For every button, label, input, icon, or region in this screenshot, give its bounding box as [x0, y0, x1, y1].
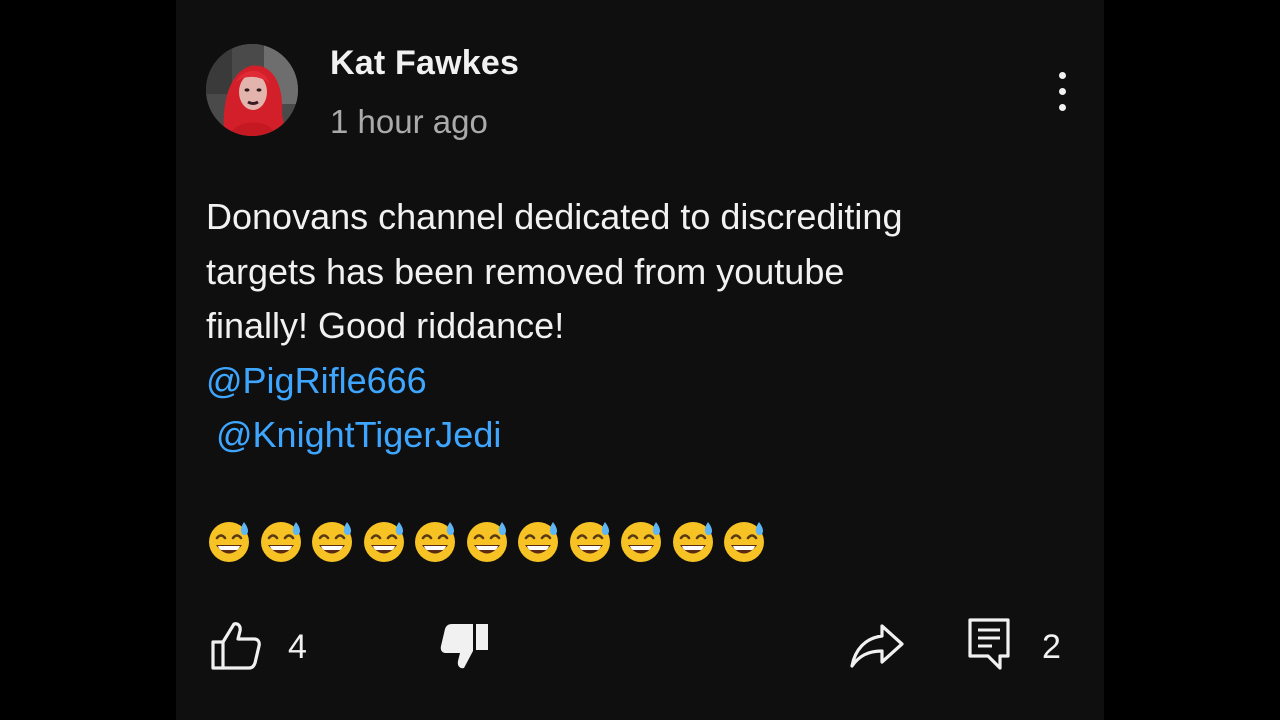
more-vertical-icon — [1059, 104, 1066, 111]
like-count: 4 — [288, 628, 307, 666]
reply-button[interactable] — [966, 616, 1014, 674]
grinning-face-with-sweat-icon — [724, 522, 764, 562]
comment-line: targets has been removed from youtube — [206, 250, 845, 292]
share-icon — [850, 624, 904, 668]
comment-line: finally! Good riddance! — [206, 305, 565, 346]
grinning-face-with-sweat-icon — [621, 522, 661, 562]
author-name[interactable]: Kat Fawkes — [330, 44, 519, 83]
comment-text: Donovans channel dedicated to discrediti… — [206, 190, 1066, 463]
comment-icon — [968, 618, 1010, 670]
grinning-face-with-sweat-icon — [312, 522, 352, 562]
more-vertical-icon — [1059, 72, 1066, 79]
more-options-button[interactable] — [1044, 68, 1080, 116]
grinning-face-with-sweat-icon — [672, 522, 713, 562]
thumbs-down-icon — [440, 624, 488, 669]
thumbs-up-icon — [211, 622, 261, 670]
share-button[interactable] — [848, 620, 908, 672]
comment-panel: Kat Fawkes 1 hour ago Donovans channel d… — [176, 0, 1104, 720]
grinning-face-with-sweat-icon — [569, 522, 610, 562]
avatar[interactable] — [206, 44, 298, 136]
comment-line: Donovans channel dedicated to discrediti… — [206, 196, 903, 237]
mention-link[interactable]: @PigRifle666 — [206, 354, 1066, 409]
grinning-face-with-sweat-icon — [260, 522, 301, 562]
reply-count: 2 — [1042, 628, 1061, 666]
dislike-button[interactable] — [438, 620, 494, 672]
grinning-face-with-sweat-icon — [363, 522, 404, 562]
comment-timestamp[interactable]: 1 hour ago — [330, 103, 488, 141]
more-vertical-icon — [1059, 88, 1066, 95]
grinning-face-with-sweat-icon — [209, 522, 249, 562]
grinning-face-with-sweat-icon — [466, 522, 507, 562]
grinning-face-with-sweat-icon — [518, 522, 558, 562]
mention-link[interactable]: @KnightTigerJedi — [206, 408, 1066, 463]
like-button[interactable] — [208, 618, 264, 674]
emoji-row — [206, 518, 773, 566]
grinning-face-with-sweat-icon — [415, 522, 455, 562]
